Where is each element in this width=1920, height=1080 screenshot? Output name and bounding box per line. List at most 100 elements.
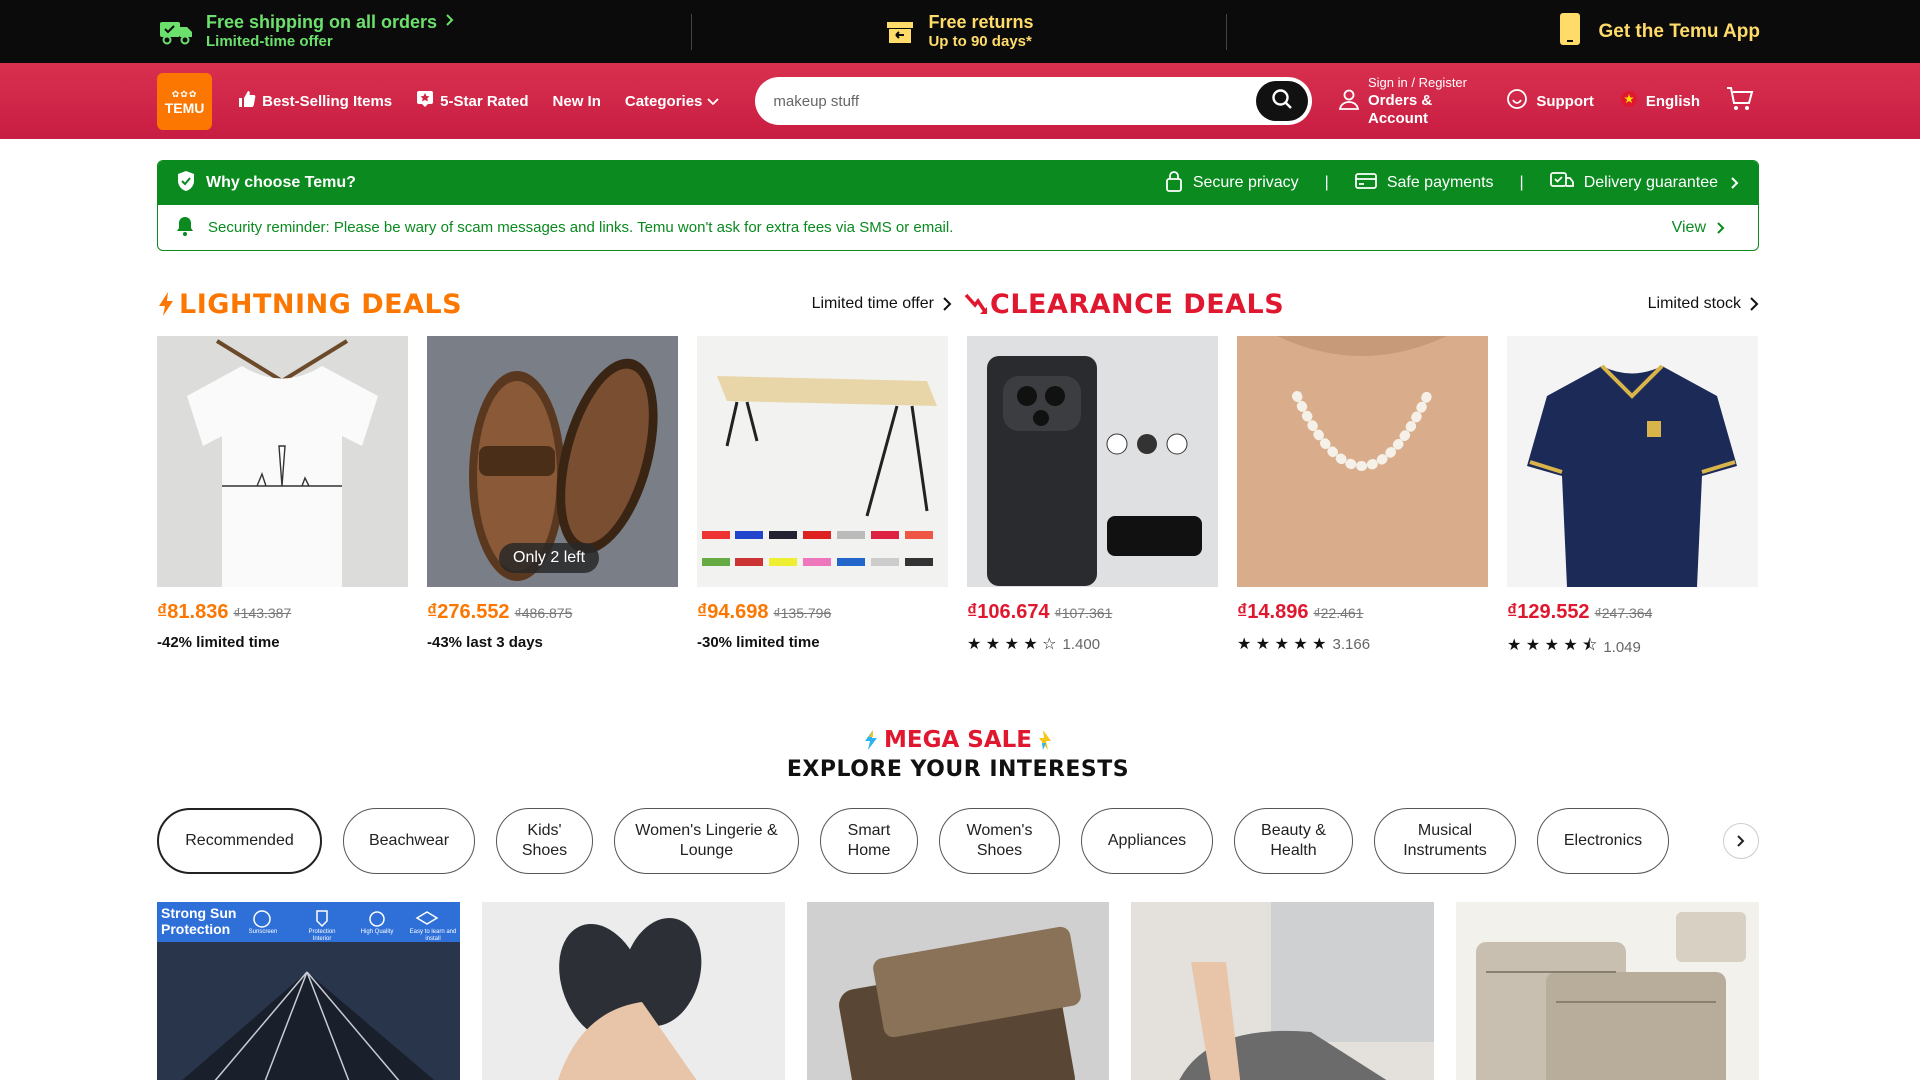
product-old-price: ₫22.461 — [1313, 605, 1364, 621]
product-image[interactable] — [157, 336, 408, 587]
product-card[interactable]: ₫14.896 ₫22.461 ★ ★ ★ ★ ★ 3.166 — [1237, 336, 1488, 661]
product-card[interactable]: ₫129.552 ₫247.364 ★ ★ ★ ★ ⯪ 1.049 — [1507, 336, 1758, 661]
returns-title: Free returns — [928, 11, 1034, 32]
view-reminder-link[interactable]: View — [1672, 219, 1740, 237]
deal-products: ₫81.836 ₫143.387 -42% limited time Only … — [157, 336, 1759, 661]
limited-time-offer-link[interactable]: Limited time offer — [812, 295, 952, 313]
product-tile[interactable]: Strong Sun Protection Sunscreen Protecti… — [157, 902, 460, 1080]
product-card[interactable]: ₫81.836 ₫143.387 -42% limited time — [157, 336, 408, 661]
feature-label: Safe payments — [1386, 174, 1494, 191]
search-input[interactable] — [773, 92, 1256, 110]
lightning-icon — [1032, 729, 1058, 751]
product-old-price: ₫247.364 — [1594, 605, 1653, 621]
support-label: Support — [1536, 92, 1594, 110]
product-card[interactable]: Only 2 left ₫276.552 ₫486.875 -43% last … — [427, 336, 678, 661]
limited-stock-link[interactable]: Limited stock — [1648, 295, 1759, 313]
language-selector[interactable]: English — [1620, 90, 1700, 112]
chevron-right-icon — [1730, 176, 1740, 190]
support-link[interactable]: Support — [1506, 88, 1594, 114]
mega-sale-heading: MEGA SALE — [157, 727, 1759, 753]
lightning-deals-title: LIGHTNING DEALS — [179, 288, 463, 320]
review-count: 3.166 — [1332, 635, 1371, 653]
nav-categories[interactable]: Categories — [625, 93, 726, 110]
nav-new-in-label: New In — [552, 92, 601, 110]
security-reminder-row: Security reminder: Please be wary of sca… — [158, 205, 1758, 250]
view-label: View — [1671, 218, 1706, 236]
star-badge-icon — [416, 90, 440, 112]
truck-icon — [158, 18, 194, 46]
nav-categories-label: Categories — [624, 92, 703, 110]
product-discount: -43% last 3 days — [427, 634, 543, 651]
chevron-right-icon — [1716, 221, 1740, 235]
flag-icon — [1620, 90, 1646, 112]
lightning-deals-header: LIGHTNING DEALS Limited time offer — [157, 289, 952, 320]
get-app-promo[interactable]: Get the Temu App — [1227, 0, 1920, 63]
chips-next-button[interactable] — [1723, 823, 1759, 859]
lightning-deals-title-wrap: LIGHTNING DEALS — [157, 289, 462, 320]
trend-down-icon — [964, 292, 988, 316]
product-tile[interactable] — [1456, 902, 1759, 1080]
chip-musical-instruments[interactable]: Musical Instruments — [1374, 808, 1516, 874]
product-image[interactable] — [1237, 336, 1488, 587]
product-image[interactable] — [697, 336, 948, 587]
chip-electronics[interactable]: Electronics — [1537, 808, 1669, 874]
banner-tag: High Quality — [360, 929, 394, 935]
explore-interests-heading: EXPLORE YOUR INTERESTS — [786, 757, 1130, 782]
star-rating-icon: ★ ★ ★ ★ ★ — [1237, 636, 1327, 653]
lightning-icon — [858, 729, 884, 751]
chevron-right-icon — [1736, 834, 1746, 848]
free-shipping-promo[interactable]: Free shipping on all orders Limited-time… — [0, 0, 691, 63]
chip-recommended[interactable]: Recommended — [157, 808, 322, 874]
feature-label: Secure privacy — [1192, 174, 1299, 191]
product-card[interactable]: ₫106.674 ₫107.361 ★ ★ ★ ★ ☆ 1.400 — [967, 336, 1218, 661]
product-old-price: ₫107.361 — [1054, 605, 1113, 621]
banner-tag: Protection Interior — [308, 929, 336, 942]
chevron-down-icon — [707, 93, 725, 110]
chip-beauty-health[interactable]: Beauty & Health — [1234, 808, 1353, 874]
product-price: ₫106.674 — [967, 601, 1050, 623]
product-card[interactable]: ₫94.698 ₫135.796 -30% limited time — [697, 336, 948, 661]
temu-logo[interactable]: ✿✿✿ TEMU — [157, 72, 213, 130]
deals-header: LIGHTNING DEALS Limited time offer CLEAR… — [157, 286, 1759, 322]
chip-womens-lingerie[interactable]: Women's Lingerie & Lounge — [614, 808, 799, 874]
main-content: Why choose Temu? Secure privacy | Safe p… — [157, 160, 1759, 1080]
returns-subtitle: Up to 90 days* — [928, 32, 1032, 50]
logo-text: TEMU — [164, 100, 205, 116]
user-icon — [1338, 88, 1368, 114]
phone-icon — [1558, 12, 1582, 51]
feature-safe-payments: Safe payments — [1354, 172, 1494, 195]
delivery-check-icon — [1549, 171, 1584, 196]
search-button[interactable] — [1256, 81, 1308, 121]
chip-kids-shoes[interactable]: Kids' Shoes — [496, 808, 593, 874]
nav-new-in[interactable]: New In — [553, 93, 601, 110]
product-rating: ★ ★ ★ ★ ⯪ 1.049 — [1507, 634, 1758, 661]
product-tile[interactable] — [481, 902, 785, 1080]
return-box-icon — [884, 18, 916, 46]
why-choose-row[interactable]: Why choose Temu? Secure privacy | Safe p… — [158, 161, 1758, 205]
mega-sale-section: MEGA SALE EXPLORE YOUR INTERESTS — [157, 727, 1759, 782]
account-orders-label: Orders & Account — [1368, 92, 1433, 127]
nav-five-star-label: 5-Star Rated — [440, 92, 529, 110]
product-image[interactable]: Only 2 left — [427, 336, 678, 587]
product-old-price: ₫143.387 — [233, 605, 292, 621]
nav-best-selling[interactable]: Best-Selling Items — [238, 90, 392, 112]
chip-beachwear[interactable]: Beachwear — [343, 808, 475, 874]
cart-button[interactable] — [1726, 86, 1762, 116]
chip-smart-home[interactable]: Smart Home — [820, 808, 918, 874]
nav-five-star[interactable]: 5-Star Rated — [416, 90, 529, 112]
product-discount: -30% limited time — [697, 634, 820, 651]
lock-icon — [1165, 170, 1193, 197]
star-rating-icon: ★ ★ ★ ★ ⯪ — [1507, 637, 1598, 654]
product-price: ₫129.552 — [1507, 601, 1590, 623]
free-returns-promo[interactable]: Free returns Up to 90 days* — [692, 0, 1225, 63]
product-tile[interactable] — [806, 902, 1110, 1080]
product-image[interactable] — [1507, 336, 1758, 587]
account-menu[interactable]: Sign in / Register Orders & Account — [1338, 74, 1480, 128]
product-tile[interactable] — [1131, 902, 1435, 1080]
review-count: 1.400 — [1062, 635, 1101, 653]
product-image[interactable] — [967, 336, 1218, 587]
get-app-label: Get the Temu App — [1598, 20, 1760, 42]
chip-appliances[interactable]: Appliances — [1081, 808, 1213, 874]
product-old-price: ₫486.875 — [514, 605, 573, 621]
chip-womens-shoes[interactable]: Women's Shoes — [939, 808, 1060, 874]
